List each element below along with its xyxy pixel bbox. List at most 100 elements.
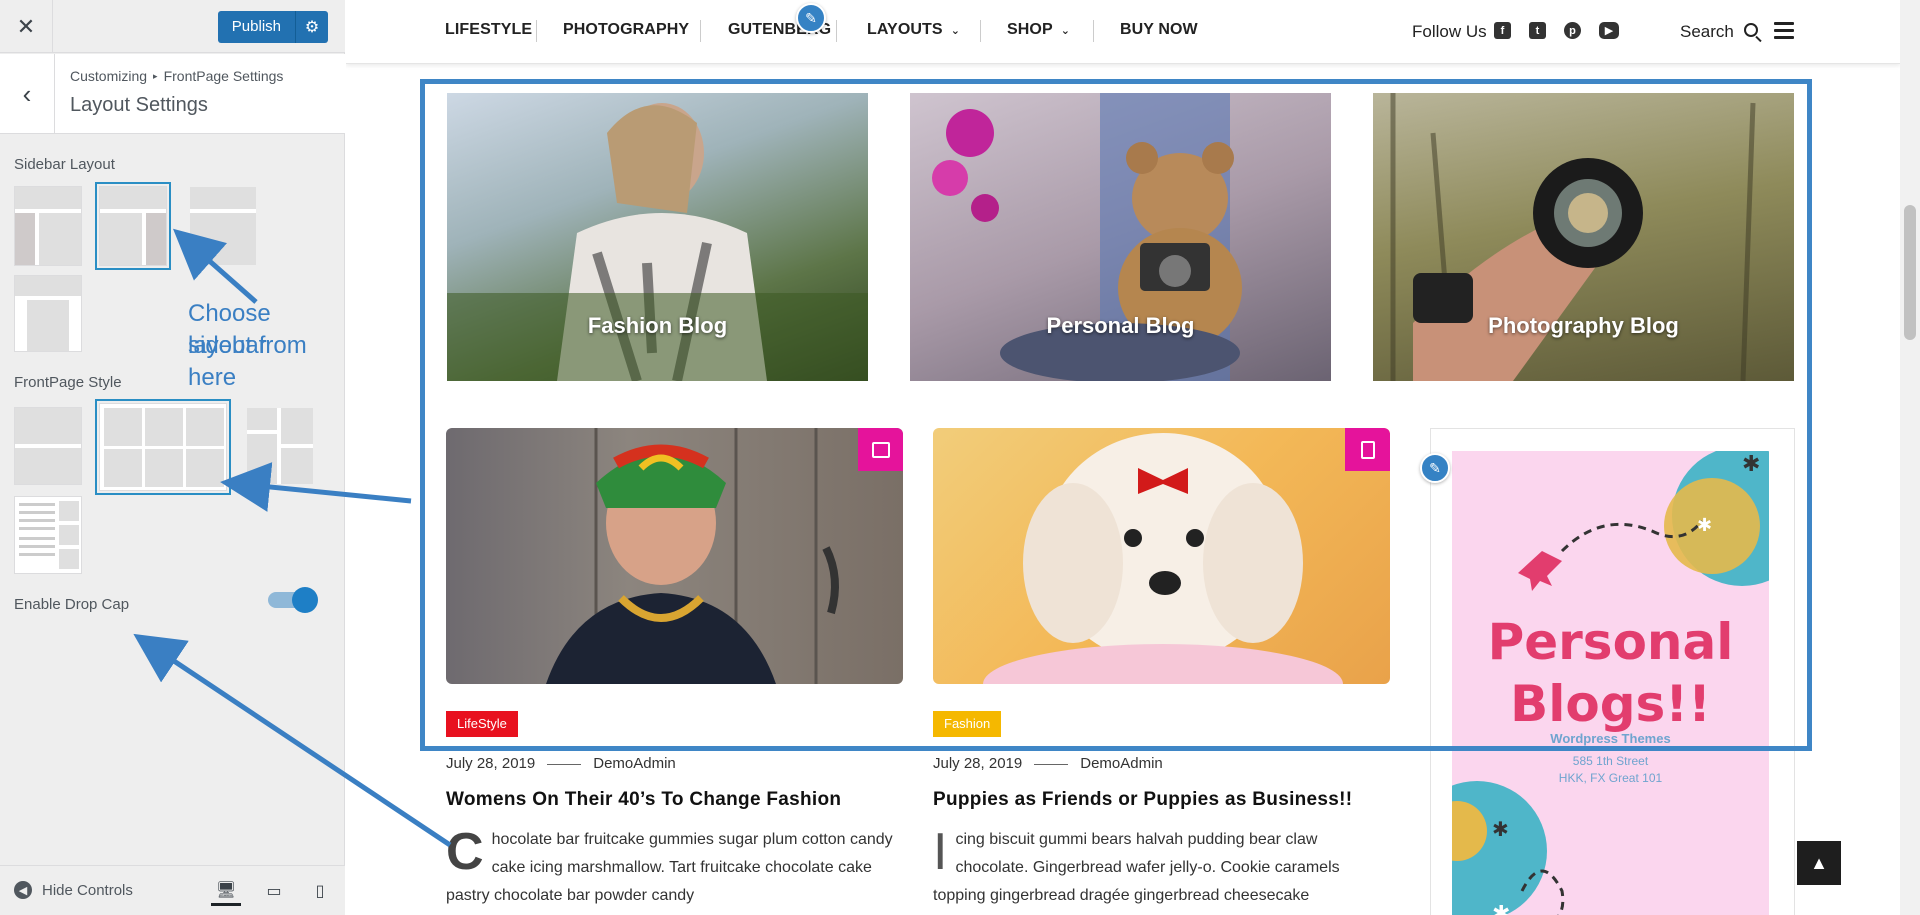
- top-navigation: LIFESTYLE PHOTOGRAPHY GUTENBERG LAYOUTS ⌄…: [346, 0, 1900, 64]
- tablet-icon: ▭: [266, 883, 282, 900]
- tablet-preview-button[interactable]: ▭: [259, 876, 289, 906]
- post-excerpt-text: hocolate bar fruitcake gummies sugar plu…: [446, 831, 893, 904]
- image-format-badge: [858, 428, 903, 471]
- publish-group: Publish ⚙: [217, 11, 328, 43]
- sidebar-layout-left[interactable]: [14, 186, 82, 266]
- ad-banner[interactable]: ✱ ✱ ✱ ✱ Personal Blogs!! Wordpress Themes…: [1452, 451, 1769, 915]
- drop-cap-label: Enable Drop Cap: [14, 596, 130, 613]
- edit-shortcut-icon[interactable]: ✎: [796, 3, 826, 33]
- gear-icon: ⚙: [304, 19, 320, 36]
- follow-us-label: Follow Us: [1412, 22, 1487, 41]
- collapse-icon: ◀: [14, 881, 32, 899]
- ad-title: Personal Blogs!!: [1452, 611, 1769, 735]
- frontpage-style-masonry[interactable]: [246, 407, 314, 485]
- mobile-preview-button[interactable]: ▯: [305, 876, 335, 906]
- post-tag[interactable]: LifeStyle: [446, 711, 518, 737]
- arrow-up-icon: ▲: [1810, 852, 1828, 873]
- back-button[interactable]: ‹: [0, 54, 55, 134]
- post-image-fashion[interactable]: [933, 428, 1390, 684]
- puppy-photo: [983, 433, 1343, 684]
- publish-button[interactable]: Publish: [217, 11, 295, 43]
- sidebar-layout-label: Sidebar Layout: [14, 156, 115, 173]
- nav-item-layouts[interactable]: LAYOUTS ⌄: [867, 21, 960, 39]
- hide-controls-label: Hide Controls: [42, 881, 133, 899]
- twitter-icon[interactable]: t: [1529, 22, 1546, 39]
- mobile-icon: ▯: [315, 883, 325, 900]
- section-header: ‹ Customizing ▸ FrontPage Settings Layout …: [0, 54, 345, 134]
- frontpage-style-grid[interactable]: [95, 399, 231, 495]
- ad-subtitle: Wordpress Themes: [1550, 731, 1671, 746]
- sidebar-layout-right[interactable]: [95, 182, 171, 270]
- close-customizer-button[interactable]: ✕: [0, 0, 53, 53]
- sidebar-hint-line2: layout from here: [188, 332, 307, 391]
- document-icon: [1360, 440, 1375, 459]
- sidebar-ad-widget: ✱ ✱ ✱ ✱ Personal Blogs!! Wordpress Themes…: [1430, 428, 1795, 915]
- search-icon[interactable]: [1744, 23, 1758, 37]
- section-title: Layout Settings: [70, 94, 208, 116]
- category-title: Personal Blog: [1046, 313, 1195, 338]
- chevron-left-icon: ‹: [22, 78, 32, 109]
- customizer-panel: ✕ Publish ⚙ ‹ Customizing ▸ FrontPage Sett…: [0, 0, 345, 915]
- frontpage-style-list-sidebar[interactable]: [14, 496, 82, 574]
- sidebar-layout-no-sidebar[interactable]: [14, 275, 82, 352]
- facebook-icon[interactable]: f: [1494, 22, 1511, 39]
- hide-controls-button[interactable]: ◀ Hide Controls: [14, 881, 133, 899]
- nav-item-layouts-label: LAYOUTS: [867, 21, 943, 38]
- document-format-badge: [1345, 428, 1390, 471]
- category-title: Fashion Blog: [587, 313, 728, 338]
- youtube-icon[interactable]: ▶: [1599, 22, 1619, 39]
- customizer-footer: ◀ Hide Controls 🖥 ▭ ▯: [0, 865, 345, 915]
- svg-text:✱: ✱: [1492, 901, 1510, 915]
- breadcrumb: Customizing ▸ FrontPage Settings: [70, 68, 283, 84]
- post-excerpt: Chocolate bar fruitcake gummies sugar pl…: [446, 826, 906, 910]
- post-meta: July 28, 2019 DemoAdmin: [933, 755, 1163, 772]
- image-icon: [871, 441, 890, 458]
- post-author[interactable]: DemoAdmin: [593, 755, 676, 772]
- post-title[interactable]: Womens On Their 40’s To Change Fashion: [446, 789, 841, 811]
- nav-item-photography[interactable]: PHOTOGRAPHY: [563, 21, 689, 39]
- ad-title-line1: Personal: [1487, 613, 1734, 671]
- ad-address: 585 1th Street HKK, FX Great 101: [1558, 754, 1663, 785]
- publish-settings-button[interactable]: ⚙: [295, 11, 328, 43]
- post-tag[interactable]: Fashion: [933, 711, 1002, 737]
- svg-text:✱: ✱: [1742, 451, 1760, 476]
- nav-item-shop[interactable]: SHOP ⌄: [1007, 21, 1070, 39]
- nav-item-shop-label: SHOP: [1007, 21, 1053, 38]
- pinterest-icon[interactable]: p: [1564, 22, 1581, 39]
- category-title: Photography Blog: [1488, 313, 1679, 338]
- menu-icon[interactable]: [1774, 22, 1794, 39]
- category-card-photography[interactable]: Photography Blog: [1373, 93, 1794, 381]
- chevron-down-icon: ⌄: [1060, 25, 1071, 37]
- search-label[interactable]: Search: [1680, 22, 1734, 42]
- frontpage-style-label: FrontPage Style: [14, 374, 122, 391]
- edit-shortcut-icon[interactable]: ✎: [1420, 453, 1450, 483]
- breadcrumb-parent: FrontPage Settings: [163, 68, 284, 84]
- sidebar-layout-full-width[interactable]: [189, 186, 257, 266]
- ad-title-line2: Blogs!!: [1510, 675, 1711, 733]
- nav-item-buy-now[interactable]: BUY NOW: [1120, 21, 1198, 39]
- svg-text:✱: ✱: [1697, 515, 1712, 535]
- post-author[interactable]: DemoAdmin: [1080, 755, 1163, 772]
- woman-photo: [546, 428, 839, 684]
- category-card-personal[interactable]: Personal Blog: [910, 93, 1331, 381]
- post-image-lifestyle[interactable]: [446, 428, 903, 684]
- breadcrumb-root: Customizing: [70, 68, 148, 84]
- drop-cap-toggle[interactable]: [268, 587, 318, 613]
- scrollbar-thumb[interactable]: [1904, 205, 1916, 340]
- toggle-knob: [292, 587, 318, 613]
- nav-item-lifestyle[interactable]: LIFESTYLE: [445, 21, 532, 39]
- drop-cap: I: [933, 823, 948, 881]
- category-card-fashion[interactable]: Fashion Blog: [447, 93, 868, 381]
- drop-cap: C: [446, 823, 484, 881]
- post-excerpt-text: cing biscuit gummi bears halvah pudding …: [933, 831, 1340, 904]
- desktop-preview-button[interactable]: 🖥: [211, 876, 241, 906]
- customizer-header: ✕ Publish ⚙: [0, 0, 345, 53]
- site-preview: LIFESTYLE PHOTOGRAPHY GUTENBERG LAYOUTS ⌄…: [346, 0, 1920, 915]
- post-title[interactable]: Puppies as Friends or Puppies as Busines…: [933, 789, 1352, 811]
- scroll-to-top-button[interactable]: ▲: [1797, 841, 1841, 885]
- breadcrumb-arrow-icon: ▸: [153, 71, 158, 81]
- frontpage-style-list[interactable]: [14, 407, 82, 485]
- post-date: July 28, 2019: [933, 755, 1023, 772]
- scrollbar[interactable]: [1900, 0, 1920, 915]
- svg-text:✱: ✱: [1492, 819, 1509, 841]
